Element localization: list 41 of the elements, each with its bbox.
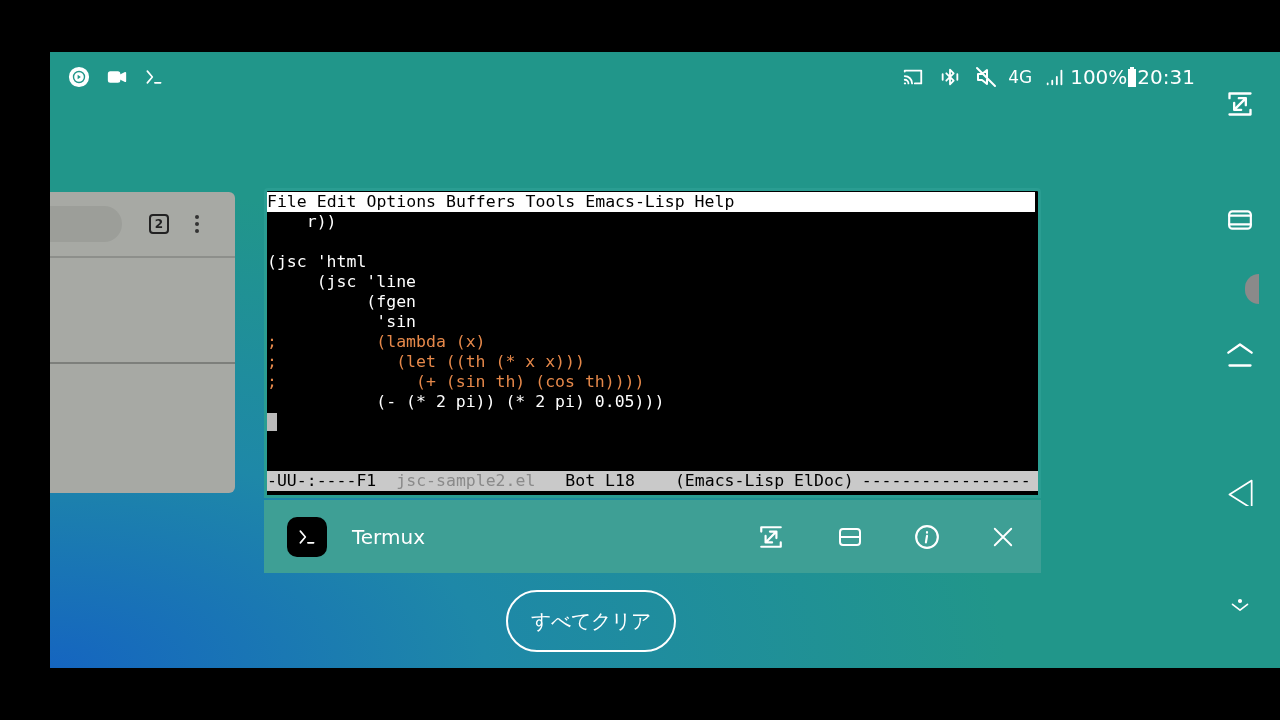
text-cursor (267, 413, 277, 431)
code-line: (jsc 'line (315, 272, 416, 291)
tab-count[interactable]: 2 (149, 214, 169, 234)
expand-icon[interactable] (1225, 89, 1254, 119)
mute-icon (974, 65, 999, 89)
app-card[interactable]: 2 (50, 192, 235, 493)
menu-item[interactable]: Options (366, 192, 437, 212)
major-mode: (Emacs-Lisp ElDoc) (674, 471, 854, 491)
app-name: Termux (352, 523, 425, 551)
play-circle-icon (68, 66, 90, 88)
address-bar (50, 206, 122, 242)
edge-handle[interactable] (1244, 274, 1259, 304)
menu-item[interactable]: File (267, 192, 307, 212)
close-icon[interactable] (992, 525, 1014, 548)
network-label: 4G (1008, 68, 1033, 86)
mode-line-fill: ----------------- (861, 471, 1031, 491)
menu-item[interactable]: Emacs-Lisp (585, 192, 685, 212)
menu-item[interactable]: Buffers (446, 192, 516, 212)
battery-percent: 100% (1070, 64, 1128, 91)
code-line: (fgen (365, 292, 416, 311)
menu-item[interactable]: Tools (525, 192, 576, 212)
code-line: 'sin (375, 312, 416, 331)
clear-all-button[interactable]: すべてクリア (506, 590, 676, 652)
more-icon (194, 214, 200, 234)
battery-icon (1127, 66, 1138, 88)
code-comment: ; (lambda (x) (267, 332, 486, 351)
code-line: (jsc 'html (267, 252, 367, 271)
menu-item[interactable]: Help (694, 192, 735, 212)
position: Bot L18 (565, 471, 635, 491)
file-name: jsc-sample2.el (396, 471, 536, 491)
clock: 20:31 (1137, 64, 1195, 91)
terminal-screen[interactable] (264, 188, 1041, 498)
info-icon[interactable] (914, 523, 940, 550)
code-comment: ; (let ((th (* x x))) (267, 352, 585, 371)
code-line: r)) (305, 212, 337, 231)
menu-item[interactable]: Edit (316, 192, 357, 212)
code-comment: ; (+ (sin th) (cos th)))) (267, 372, 645, 391)
buffer-status: -UU-:----F1 (267, 471, 377, 491)
code-line: (- (* 2 pi)) (* 2 pi) 0.05))) (375, 392, 665, 411)
termux-app-icon[interactable] (287, 516, 327, 557)
expand-icon[interactable] (758, 523, 784, 550)
